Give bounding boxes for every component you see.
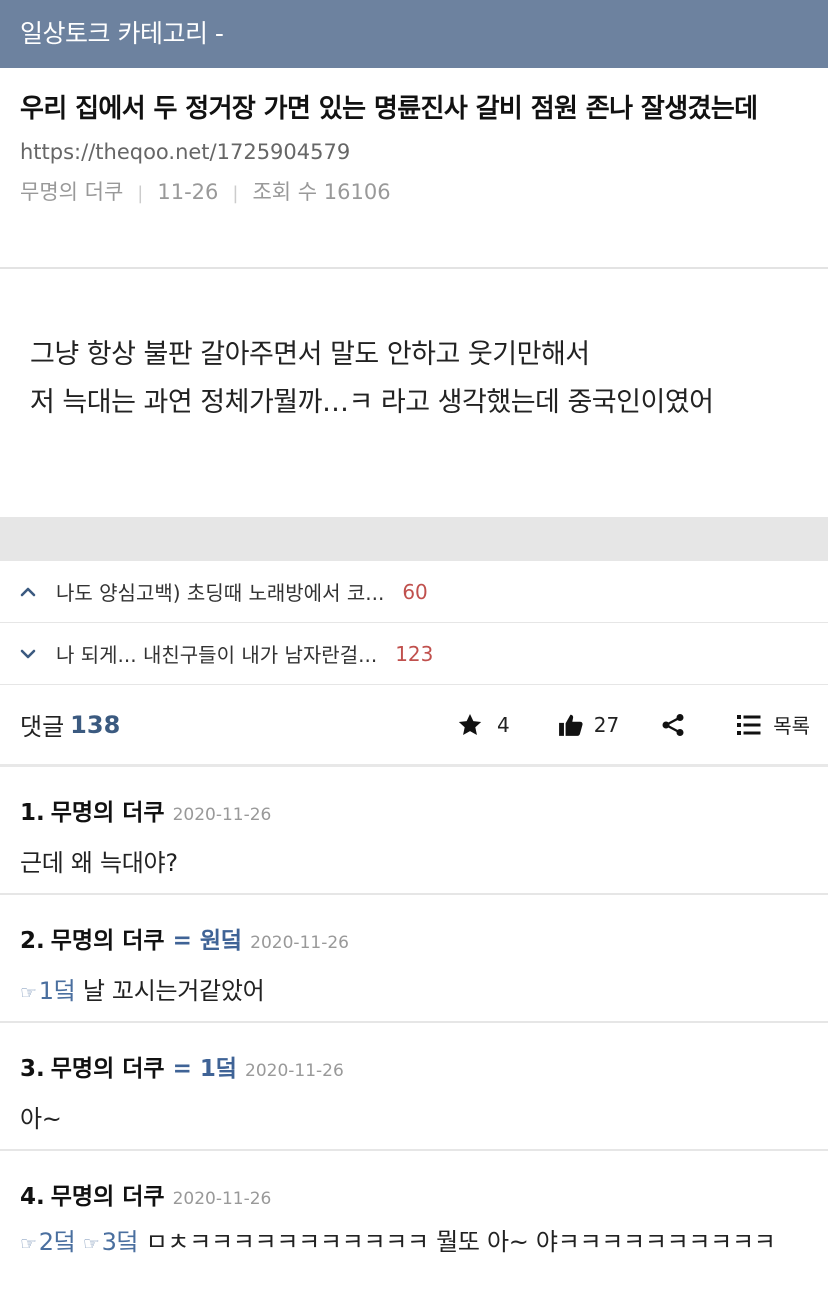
comment-body: ㅁㅊㅋㅋㅋㅋㅋㅋㅋㅋㅋㅋㅋ 뭘또 아~ 야ㅋㅋㅋㅋㅋㅋㅋㅋㅋㅋ xyxy=(145,1228,776,1256)
post-body-line: 그냥 항상 불판 갈아주면서 말도 안하고 웃기만해서 xyxy=(30,339,590,370)
comment-text: ☞2덬 ☞3덬 ㅁㅊㅋㅋㅋㅋㅋㅋㅋㅋㅋㅋㅋ 뭘또 아~ 야ㅋㅋㅋㅋㅋㅋㅋㅋㅋㅋ xyxy=(20,1223,808,1263)
prev-post-comment-count: 60 xyxy=(402,579,428,604)
comment-number: 3. xyxy=(20,1056,45,1082)
post-body-line: 저 늑대는 과연 정체가뭘까…ㅋ 라고 생각했는데 중국인이였어 xyxy=(30,387,714,418)
category-header[interactable]: 일상토크 카테고리 - xyxy=(0,0,828,68)
comment-item: 4. 무명의 더쿠 2020-11-26 ☞2덬 ☞3덬 ㅁㅊㅋㅋㅋㅋㅋㅋㅋㅋㅋ… xyxy=(0,1151,828,1263)
comment-header: 2. 무명의 더쿠 = 원덬 2020-11-26 xyxy=(20,921,808,955)
post-header: 우리 집에서 두 정거장 가면 있는 명륜진사 갈비 점원 존나 잘생겼는데 h… xyxy=(0,68,828,269)
comment-number: 4. xyxy=(20,1184,45,1210)
comment-reference-link[interactable]: 1덬 xyxy=(39,977,76,1005)
star-button[interactable]: 4 xyxy=(457,712,510,738)
chevron-up-icon xyxy=(20,584,36,600)
pointing-hand-icon: ☞ xyxy=(20,1233,37,1255)
star-count: 4 xyxy=(497,712,510,737)
comment-author[interactable]: 무명의 더쿠 xyxy=(51,921,165,955)
comment-label: 댓글 xyxy=(20,713,65,741)
comment-author[interactable]: 무명의 더쿠 xyxy=(51,1049,165,1083)
like-button[interactable]: 27 xyxy=(548,712,619,738)
pointing-hand-icon: ☞ xyxy=(20,982,37,1004)
comment-number: 2. xyxy=(20,928,45,954)
comment-text: 아~ xyxy=(20,1105,62,1133)
comment-text: 근데 왜 늑대야? xyxy=(20,849,178,877)
like-count: 27 xyxy=(593,712,620,737)
thumbs-up-icon xyxy=(558,712,584,738)
comment-item: 2. 무명의 더쿠 = 원덬 2020-11-26 ☞1덬 날 꼬시는거같았어 xyxy=(0,895,828,1023)
comment-date: 2020-11-26 xyxy=(172,805,272,825)
comment-date: 2020-11-26 xyxy=(250,933,349,953)
section-divider xyxy=(0,517,828,561)
chevron-down-icon xyxy=(20,646,36,662)
comment-reply-target: = 1덬 xyxy=(172,1056,238,1082)
comment-date: 2020-11-26 xyxy=(172,1189,272,1209)
post-url[interactable]: https://theqoo.net/1725904579 xyxy=(20,140,808,164)
prev-post-title: 나도 양심고백) 초딩때 노래방에서 코... xyxy=(56,581,385,605)
comment-reply-target: = 원덬 xyxy=(172,928,243,954)
post-meta: 무명의 더쿠 | 11-26 | 조회 수 16106 xyxy=(20,176,808,206)
comment-count: 138 xyxy=(70,710,121,739)
next-post-title: 나 되게... 내친구들이 내가 남자란걸... xyxy=(56,643,378,667)
list-icon xyxy=(737,714,761,736)
category-title: 일상토크 카테고리 - xyxy=(20,19,224,48)
comment-header: 1. 무명의 더쿠 2020-11-26 xyxy=(20,793,808,827)
star-icon xyxy=(457,712,483,738)
comment-author[interactable]: 무명의 더쿠 xyxy=(51,1177,165,1211)
comment-date: 2020-11-26 xyxy=(245,1061,344,1081)
comment-reference-link[interactable]: 2덬 xyxy=(39,1228,76,1256)
comment-item: 3. 무명의 더쿠 = 1덬 2020-11-26 아~ xyxy=(0,1023,828,1151)
post-date: 11-26 xyxy=(157,180,219,204)
post-action-bar: 댓글 138 4 27 목록 xyxy=(0,685,828,767)
post-author[interactable]: 무명의 더쿠 xyxy=(20,180,123,204)
next-post-link[interactable]: 나 되게... 내친구들이 내가 남자란걸... 123 xyxy=(0,623,828,685)
pointing-hand-icon: ☞ xyxy=(82,1233,100,1255)
comment-author[interactable]: 무명의 더쿠 xyxy=(51,793,165,827)
comment-number: 1. xyxy=(20,800,45,826)
post-body: 그냥 항상 불판 갈아주면서 말도 안하고 웃기만해서 저 늑대는 과연 정체가… xyxy=(0,269,828,517)
comment-body: 날 꼬시는거같았어 xyxy=(82,977,265,1005)
comment-text: ☞1덬 날 꼬시는거같았어 xyxy=(20,971,808,1006)
list-button[interactable]: 목록 xyxy=(725,710,810,739)
post-title: 우리 집에서 두 정거장 가면 있는 명륜진사 갈비 점원 존나 잘생겼는데 xyxy=(20,94,758,124)
comment-header: 3. 무명의 더쿠 = 1덬 2020-11-26 xyxy=(20,1049,808,1083)
share-icon xyxy=(661,713,685,737)
meta-divider: | xyxy=(137,183,144,204)
prev-post-link[interactable]: 나도 양심고백) 초딩때 노래방에서 코... 60 xyxy=(0,561,828,623)
comment-reference-link[interactable]: 3덬 xyxy=(102,1228,139,1256)
post-views: 조회 수 16106 xyxy=(252,180,391,204)
meta-divider: | xyxy=(232,183,239,204)
comment-header: 4. 무명의 더쿠 2020-11-26 xyxy=(20,1177,808,1211)
comment-item: 1. 무명의 더쿠 2020-11-26 근데 왜 늑대야? xyxy=(0,767,828,895)
next-post-comment-count: 123 xyxy=(395,641,434,666)
share-button[interactable] xyxy=(661,713,685,737)
list-label: 목록 xyxy=(773,714,810,738)
